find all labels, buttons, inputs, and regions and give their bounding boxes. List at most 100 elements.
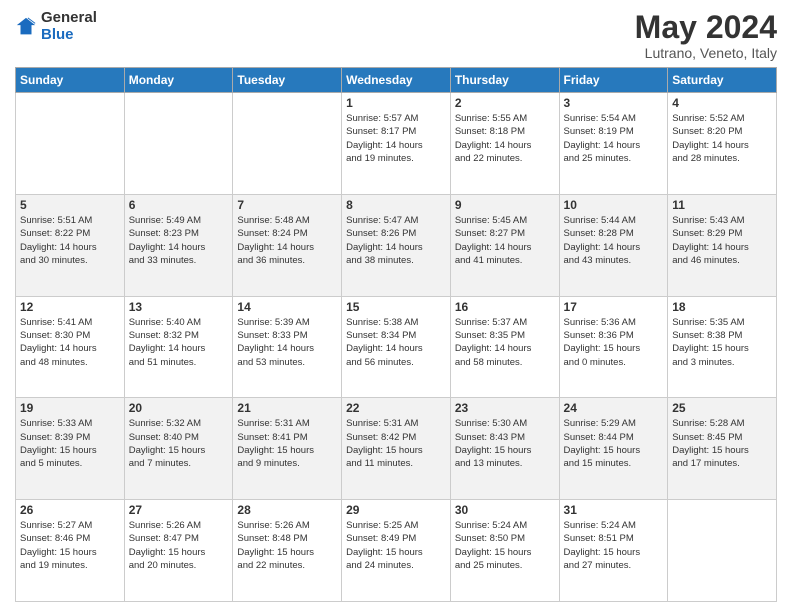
cell-2-1: 13 Sunrise: 5:40 AM Sunset: 8:32 PM Dayli… — [124, 296, 233, 398]
cell-1-3: 8 Sunrise: 5:47 AM Sunset: 8:26 PM Daylig… — [342, 194, 451, 296]
day-number-0-4: 2 — [455, 96, 555, 110]
day-info-1-2: Sunrise: 5:48 AM Sunset: 8:24 PM Dayligh… — [237, 214, 337, 267]
day-info-3-1: Sunrise: 5:32 AM Sunset: 8:40 PM Dayligh… — [129, 417, 229, 470]
calendar-table: Sunday Monday Tuesday Wednesday Thursday… — [15, 67, 777, 602]
day-number-2-1: 13 — [129, 300, 229, 314]
header-thursday: Thursday — [450, 68, 559, 93]
day-number-4-1: 27 — [129, 503, 229, 517]
day-number-2-3: 15 — [346, 300, 446, 314]
day-number-0-5: 3 — [564, 96, 664, 110]
day-number-0-6: 4 — [672, 96, 772, 110]
day-info-1-1: Sunrise: 5:49 AM Sunset: 8:23 PM Dayligh… — [129, 214, 229, 267]
day-number-3-3: 22 — [346, 401, 446, 415]
day-info-2-1: Sunrise: 5:40 AM Sunset: 8:32 PM Dayligh… — [129, 316, 229, 369]
cell-2-4: 16Sunrise: 5:37 AM Sunset: 8:35 PM Dayli… — [450, 296, 559, 398]
day-info-2-6: Sunrise: 5:35 AM Sunset: 8:38 PM Dayligh… — [672, 316, 772, 369]
day-number-1-6: 11 — [672, 198, 772, 212]
day-number-3-5: 24 — [564, 401, 664, 415]
cell-3-3: 22Sunrise: 5:31 AM Sunset: 8:42 PM Dayli… — [342, 398, 451, 500]
week-row-2: 12 Sunrise: 5:41 AM Sunset: 8:30 PM Dayli… — [16, 296, 777, 398]
header-tuesday: Tuesday — [233, 68, 342, 93]
cell-4-4: 30Sunrise: 5:24 AM Sunset: 8:50 PM Dayli… — [450, 500, 559, 602]
logo-text: General Blue — [41, 10, 97, 43]
cell-4-6 — [668, 500, 777, 602]
month-title: May 2024 — [635, 10, 777, 45]
cell-4-2: 28 Sunrise: 5:26 AM Sunset: 8:48 PM Dayli… — [233, 500, 342, 602]
day-info-1-5: Sunrise: 5:44 AM Sunset: 8:28 PM Dayligh… — [564, 214, 664, 267]
cell-0-2 — [233, 93, 342, 195]
header-sunday: Sunday — [16, 68, 125, 93]
cell-1-0: 5 Sunrise: 5:51 AM Sunset: 8:22 PM Daylig… — [16, 194, 125, 296]
cell-2-2: 14Sunrise: 5:39 AM Sunset: 8:33 PM Dayli… — [233, 296, 342, 398]
day-number-1-3: 8 — [346, 198, 446, 212]
cell-0-4: 2 Sunrise: 5:55 AM Sunset: 8:18 PM Daylig… — [450, 93, 559, 195]
day-number-3-0: 19 — [20, 401, 120, 415]
day-info-0-5: Sunrise: 5:54 AM Sunset: 8:19 PM Dayligh… — [564, 112, 664, 165]
day-info-1-0: Sunrise: 5:51 AM Sunset: 8:22 PM Dayligh… — [20, 214, 120, 267]
day-number-3-4: 23 — [455, 401, 555, 415]
logo-general-text: General — [41, 10, 97, 27]
day-info-4-4: Sunrise: 5:24 AM Sunset: 8:50 PM Dayligh… — [455, 519, 555, 572]
cell-1-5: 10 Sunrise: 5:44 AM Sunset: 8:28 PM Dayli… — [559, 194, 668, 296]
cell-0-0 — [16, 93, 125, 195]
day-info-4-1: Sunrise: 5:26 AM Sunset: 8:47 PM Dayligh… — [129, 519, 229, 572]
day-number-2-2: 14 — [237, 300, 337, 314]
week-row-4: 26Sunrise: 5:27 AM Sunset: 8:46 PM Dayli… — [16, 500, 777, 602]
day-number-3-1: 20 — [129, 401, 229, 415]
week-row-1: 5 Sunrise: 5:51 AM Sunset: 8:22 PM Daylig… — [16, 194, 777, 296]
day-number-2-6: 18 — [672, 300, 772, 314]
day-number-4-3: 29 — [346, 503, 446, 517]
cell-1-6: 11 Sunrise: 5:43 AM Sunset: 8:29 PM Dayli… — [668, 194, 777, 296]
day-info-1-4: Sunrise: 5:45 AM Sunset: 8:27 PM Dayligh… — [455, 214, 555, 267]
cell-1-2: 7Sunrise: 5:48 AM Sunset: 8:24 PM Daylig… — [233, 194, 342, 296]
day-number-4-0: 26 — [20, 503, 120, 517]
day-number-1-1: 6 — [129, 198, 229, 212]
header: General Blue May 2024 Lutrano, Veneto, I… — [15, 10, 777, 61]
location-subtitle: Lutrano, Veneto, Italy — [635, 45, 777, 61]
day-info-3-0: Sunrise: 5:33 AM Sunset: 8:39 PM Dayligh… — [20, 417, 120, 470]
day-info-0-4: Sunrise: 5:55 AM Sunset: 8:18 PM Dayligh… — [455, 112, 555, 165]
cell-3-5: 24Sunrise: 5:29 AM Sunset: 8:44 PM Dayli… — [559, 398, 668, 500]
day-number-0-3: 1 — [346, 96, 446, 110]
day-number-4-2: 28 — [237, 503, 337, 517]
cell-0-5: 3 Sunrise: 5:54 AM Sunset: 8:19 PM Daylig… — [559, 93, 668, 195]
header-monday: Monday — [124, 68, 233, 93]
cell-3-4: 23 Sunrise: 5:30 AM Sunset: 8:43 PM Dayli… — [450, 398, 559, 500]
day-number-2-0: 12 — [20, 300, 120, 314]
day-number-2-5: 17 — [564, 300, 664, 314]
day-info-1-6: Sunrise: 5:43 AM Sunset: 8:29 PM Dayligh… — [672, 214, 772, 267]
day-number-4-5: 31 — [564, 503, 664, 517]
cell-0-1 — [124, 93, 233, 195]
day-info-2-5: Sunrise: 5:36 AM Sunset: 8:36 PM Dayligh… — [564, 316, 664, 369]
cell-0-3: 1Sunrise: 5:57 AM Sunset: 8:17 PM Daylig… — [342, 93, 451, 195]
day-number-1-0: 5 — [20, 198, 120, 212]
day-info-1-3: Sunrise: 5:47 AM Sunset: 8:26 PM Dayligh… — [346, 214, 446, 267]
cell-4-3: 29Sunrise: 5:25 AM Sunset: 8:49 PM Dayli… — [342, 500, 451, 602]
day-info-4-2: Sunrise: 5:26 AM Sunset: 8:48 PM Dayligh… — [237, 519, 337, 572]
header-friday: Friday — [559, 68, 668, 93]
cell-2-6: 18 Sunrise: 5:35 AM Sunset: 8:38 PM Dayli… — [668, 296, 777, 398]
cell-3-0: 19 Sunrise: 5:33 AM Sunset: 8:39 PM Dayli… — [16, 398, 125, 500]
day-number-3-6: 25 — [672, 401, 772, 415]
day-number-2-4: 16 — [455, 300, 555, 314]
cell-4-5: 31 Sunrise: 5:24 AM Sunset: 8:51 PM Dayli… — [559, 500, 668, 602]
header-wednesday: Wednesday — [342, 68, 451, 93]
day-number-1-5: 10 — [564, 198, 664, 212]
cell-1-1: 6 Sunrise: 5:49 AM Sunset: 8:23 PM Daylig… — [124, 194, 233, 296]
page: General Blue May 2024 Lutrano, Veneto, I… — [0, 0, 792, 612]
day-info-3-2: Sunrise: 5:31 AM Sunset: 8:41 PM Dayligh… — [237, 417, 337, 470]
day-info-2-3: Sunrise: 5:38 AM Sunset: 8:34 PM Dayligh… — [346, 316, 446, 369]
week-row-3: 19 Sunrise: 5:33 AM Sunset: 8:39 PM Dayli… — [16, 398, 777, 500]
logo-blue-text: Blue — [41, 27, 97, 44]
cell-0-6: 4 Sunrise: 5:52 AM Sunset: 8:20 PM Daylig… — [668, 93, 777, 195]
day-number-1-4: 9 — [455, 198, 555, 212]
day-info-3-4: Sunrise: 5:30 AM Sunset: 8:43 PM Dayligh… — [455, 417, 555, 470]
logo: General Blue — [15, 10, 97, 43]
week-row-0: 1Sunrise: 5:57 AM Sunset: 8:17 PM Daylig… — [16, 93, 777, 195]
title-block: May 2024 Lutrano, Veneto, Italy — [635, 10, 777, 61]
day-info-0-6: Sunrise: 5:52 AM Sunset: 8:20 PM Dayligh… — [672, 112, 772, 165]
day-info-2-0: Sunrise: 5:41 AM Sunset: 8:30 PM Dayligh… — [20, 316, 120, 369]
logo-icon — [15, 16, 37, 38]
weekday-header-row: Sunday Monday Tuesday Wednesday Thursday… — [16, 68, 777, 93]
day-info-4-5: Sunrise: 5:24 AM Sunset: 8:51 PM Dayligh… — [564, 519, 664, 572]
